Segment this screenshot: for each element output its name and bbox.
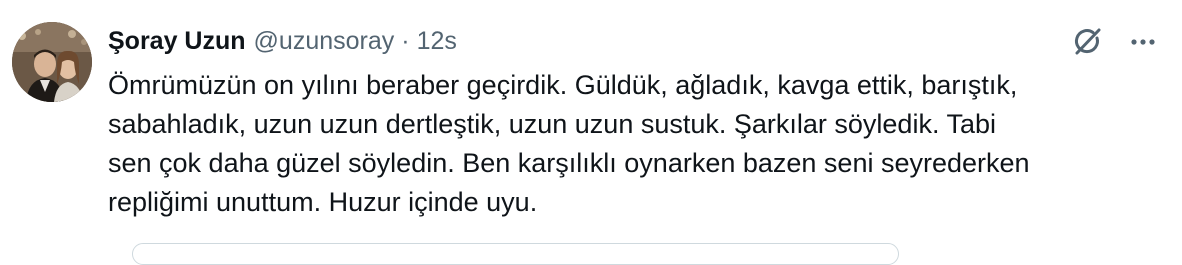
tweet-header: Şoray Uzun @uzunsoray · 12s [108,24,457,58]
tweet-text-line: sabahladık, uzun uzun dertleştik, uzun u… [108,109,996,139]
separator-dot: · [401,26,410,55]
avatar[interactable] [12,22,92,102]
tweet-text-line: sen çok daha güzel söyledin. Ben karşılı… [108,148,1030,178]
timestamp[interactable]: 12s [417,27,457,56]
tweet-text: Ömrümüzün on yılını beraber geçirdik. Gü… [108,66,1158,222]
grok-icon [1075,28,1101,55]
avatar-image [12,22,92,102]
grok-button[interactable] [1070,25,1104,59]
more-options-icon [1131,39,1155,45]
display-name[interactable]: Şoray Uzun [108,27,246,56]
tweet[interactable]: Şoray Uzun @uzunsoray · 12s Ömrümüzün on… [0,0,1182,265]
tweet-text-line: Ömrümüzün on yılını beraber geçirdik. Gü… [108,70,1018,100]
embedded-card-edge[interactable] [132,243,899,265]
tweet-text-line: repliğimi unuttum. Huzur içinde uyu. [108,187,538,217]
more-options-button[interactable] [1130,38,1156,46]
tweet-actions [1070,20,1156,64]
user-handle[interactable]: @uzunsoray [254,27,395,56]
